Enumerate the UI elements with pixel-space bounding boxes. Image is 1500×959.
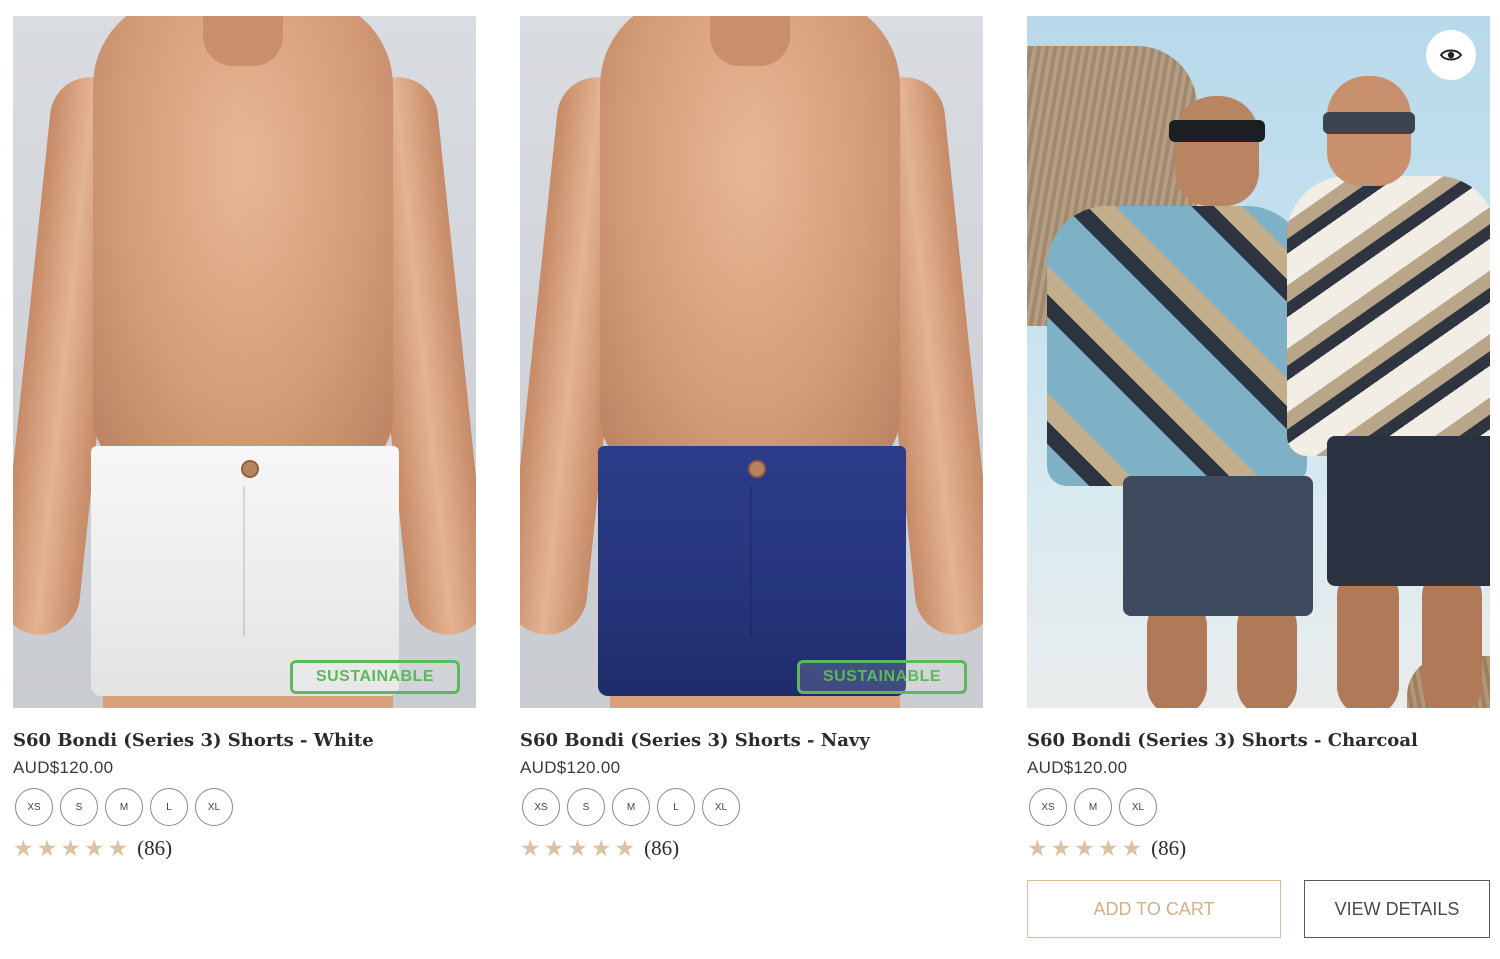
size-option-s[interactable]: S (60, 788, 98, 826)
product-title[interactable]: S60 Bondi (Series 3) Shorts - Navy (520, 729, 983, 753)
size-option-xs[interactable]: XS (522, 788, 560, 826)
model-neck (710, 16, 790, 66)
sustainable-badge: SUSTAINABLE (797, 660, 967, 694)
star-icon: ★ (1074, 835, 1095, 861)
product-actions: ADD TO CART VIEW DETAILS (1027, 880, 1490, 938)
size-options: XS S M L XL (13, 788, 476, 826)
sunglasses (1323, 112, 1415, 134)
product-card-white[interactable]: SUSTAINABLE S60 Bondi (Series 3) Shorts … (13, 16, 476, 861)
star-icon: ★ (107, 835, 129, 861)
rating[interactable]: ★ ★ ★ ★ ★ (86) (1027, 836, 1490, 861)
shorts-navy (598, 446, 906, 696)
review-count: (86) (137, 836, 173, 860)
product-card-navy[interactable]: SUSTAINABLE S60 Bondi (Series 3) Shorts … (520, 16, 983, 861)
star-icon: ★ (590, 835, 612, 861)
sustainable-badge: SUSTAINABLE (290, 660, 460, 694)
size-options: XS M XL (1027, 788, 1490, 826)
sunglasses (1169, 120, 1265, 142)
product-title[interactable]: S60 Bondi (Series 3) Shorts - Charcoal (1027, 729, 1490, 753)
shorts-black (1327, 436, 1490, 586)
star-icon: ★ (567, 835, 588, 861)
star-icon: ★ (614, 835, 636, 861)
size-option-xl[interactable]: XL (1119, 788, 1157, 826)
shorts-button (748, 460, 766, 478)
size-option-s[interactable]: S (567, 788, 605, 826)
product-image[interactable]: SUSTAINABLE (13, 16, 476, 708)
size-option-l[interactable]: L (150, 788, 188, 826)
eye-icon (1440, 49, 1462, 61)
star-icon: ★ (1121, 835, 1143, 861)
size-options: XS S M L XL (520, 788, 983, 826)
review-count: (86) (644, 836, 680, 860)
star-icon: ★ (1050, 835, 1072, 861)
star-icon: ★ (520, 835, 541, 861)
size-option-xl[interactable]: XL (195, 788, 233, 826)
rating[interactable]: ★ ★ ★ ★ ★ (86) (520, 836, 983, 861)
view-details-button[interactable]: VIEW DETAILS (1304, 880, 1490, 938)
product-title[interactable]: S60 Bondi (Series 3) Shorts - White (13, 729, 476, 753)
quick-view-button[interactable] (1426, 30, 1476, 80)
size-option-m[interactable]: M (612, 788, 650, 826)
product-price: AUD$120.00 (1027, 758, 1128, 777)
review-count: (86) (1151, 836, 1187, 860)
size-option-xl[interactable]: XL (702, 788, 740, 826)
shorts-charcoal (1123, 476, 1313, 616)
rating[interactable]: ★ ★ ★ ★ ★ (86) (13, 836, 476, 861)
size-option-l[interactable]: L (657, 788, 695, 826)
model-shirt-blue (1047, 206, 1307, 486)
star-icon: ★ (13, 835, 34, 861)
star-icon: ★ (1027, 835, 1048, 861)
shorts-button (241, 460, 259, 478)
star-icon: ★ (60, 835, 81, 861)
size-option-xs[interactable]: XS (15, 788, 53, 826)
product-image[interactable]: SUSTAINABLE (520, 16, 983, 708)
model-head (1175, 96, 1259, 206)
add-to-cart-button[interactable]: ADD TO CART (1027, 880, 1281, 938)
shorts-white (91, 446, 399, 696)
size-option-m[interactable]: M (1074, 788, 1112, 826)
model-leg (1422, 566, 1482, 708)
product-image[interactable] (1027, 16, 1490, 708)
model-neck (203, 16, 283, 66)
product-price: AUD$120.00 (13, 758, 114, 777)
product-card-charcoal[interactable]: S60 Bondi (Series 3) Shorts - Charcoal A… (1027, 16, 1490, 861)
size-option-xs[interactable]: XS (1029, 788, 1067, 826)
size-option-m[interactable]: M (105, 788, 143, 826)
model-torso (93, 16, 393, 476)
product-price: AUD$120.00 (520, 758, 621, 777)
model-shirt-white (1287, 176, 1490, 456)
star-icon: ★ (83, 835, 105, 861)
star-icon: ★ (543, 835, 565, 861)
star-icon: ★ (36, 835, 58, 861)
star-icon: ★ (1097, 835, 1119, 861)
model-torso (600, 16, 900, 476)
model-leg (1337, 566, 1399, 708)
